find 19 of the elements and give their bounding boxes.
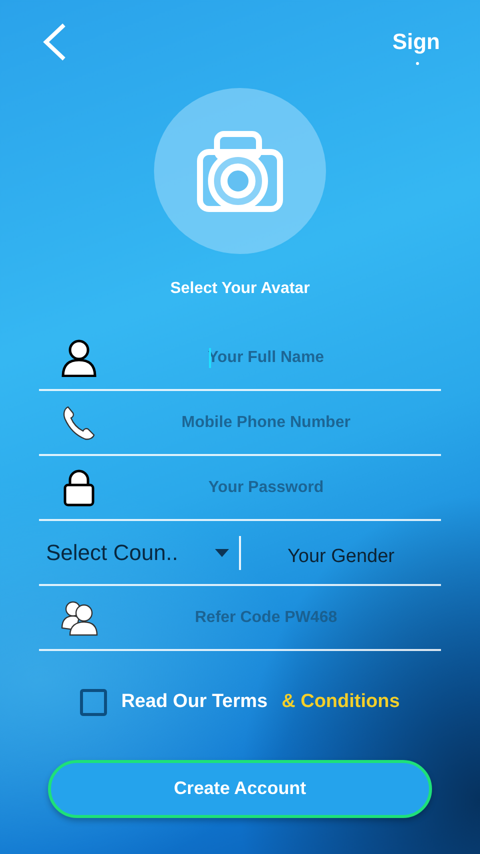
people-icon (60, 600, 98, 636)
input-field[interactable]: Your Full Name (119, 344, 441, 370)
terms-checkbox[interactable] (80, 688, 108, 716)
create-account-button[interactable]: Create Account (48, 760, 432, 818)
input-field[interactable]: Refer Code PW468 (119, 604, 441, 630)
sign-link[interactable]: Sign (392, 28, 440, 66)
input-field[interactable]: Your Password (119, 474, 441, 500)
input-field[interactable]: Mobile Phone Number (119, 410, 441, 436)
terms-text: Read Our Terms (121, 690, 268, 714)
lock-icon (63, 468, 95, 506)
gender-dropdown[interactable]: Your Gender (241, 532, 441, 572)
phone-icon (62, 404, 96, 440)
person-icon (61, 338, 97, 376)
conditions-link[interactable]: & Conditions (282, 688, 400, 716)
caret-icon (215, 548, 229, 556)
country-dropdown[interactable]: Select Coun.. (39, 536, 239, 569)
camera-icon (195, 130, 285, 212)
text-cursor (209, 348, 211, 368)
avatar-label: Select Your Avatar (169, 279, 311, 299)
